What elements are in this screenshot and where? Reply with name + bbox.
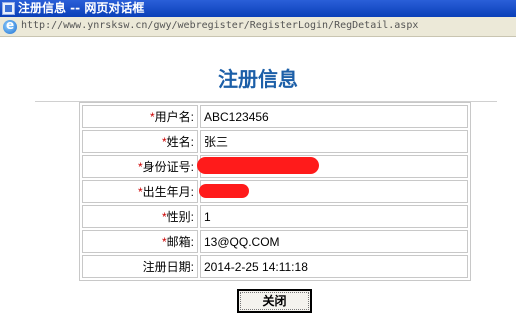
table-row: 注册日期: 2014-2-25 14:11:18 [82,255,468,278]
redaction-scribble [199,184,249,198]
table-row: *姓名: 张三 [82,130,468,153]
address-url: http://www.ynrsksw.cn/gwy/webregister/Re… [21,20,419,31]
registration-info-table: *用户名: ABC123456 *姓名: 张三 *身份证号: *出生年月: *性… [79,102,471,281]
address-bar: http://www.ynrsksw.cn/gwy/webregister/Re… [0,17,516,37]
ie-icon [3,18,17,34]
field-label-text: 邮箱: [166,235,194,249]
dialog-title-bar: 注册信息 -- 网页对话框 [0,0,516,17]
field-value-username: ABC123456 [200,105,468,128]
field-value-gender: 1 [200,205,468,228]
page-title: 注册信息 [218,67,298,91]
field-label-text: 出生年月: [142,185,194,199]
window-icon [2,2,15,15]
window-title: 注册信息 -- 网页对话框 [18,1,145,15]
redaction-scribble [197,157,319,174]
field-label: *邮箱: [82,230,198,253]
field-label: *用户名: [82,105,198,128]
field-value-register-date: 2014-2-25 14:11:18 [200,255,468,278]
field-label-text: 注册日期: [142,260,194,274]
table-row: *出生年月: [82,180,468,203]
field-label-text: 用户名: [154,110,194,124]
table-row: *邮箱: 13@QQ.COM [82,230,468,253]
field-value-email: 13@QQ.COM [200,230,468,253]
field-label-text: 姓名: [166,135,194,149]
field-label: *性别: [82,205,198,228]
field-value-name: 张三 [200,130,468,153]
field-label: *姓名: [82,130,198,153]
field-label: 注册日期: [82,255,198,278]
table-row: *用户名: ABC123456 [82,105,468,128]
field-label: *出生年月: [82,180,198,203]
field-label-text: 性别: [166,210,194,224]
field-label: *身份证号: [82,155,198,178]
close-button[interactable]: 关闭 [237,289,312,313]
field-label-text: 身份证号: [142,160,194,174]
table-row: *性别: 1 [82,205,468,228]
